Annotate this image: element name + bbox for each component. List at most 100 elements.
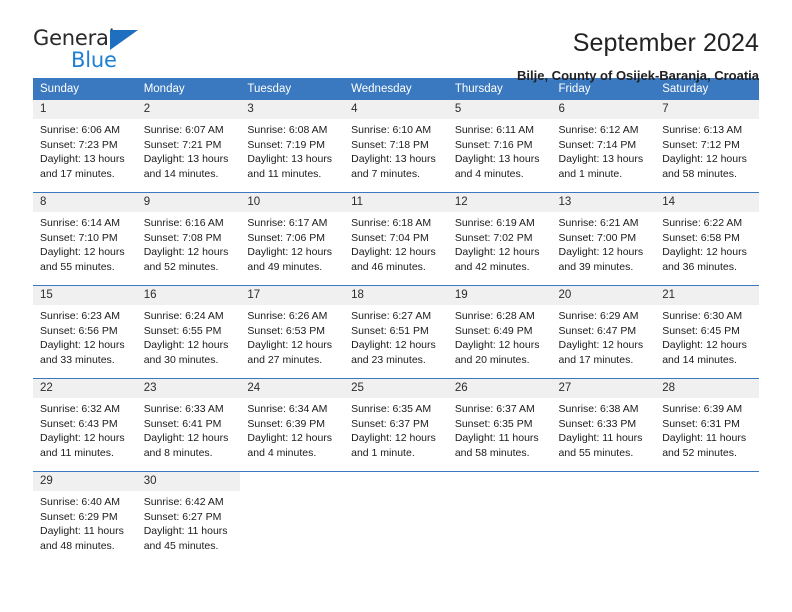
calendar-day-cell[interactable]: 7 Sunrise: 6:13 AM Sunset: 7:12 PM Daylight…: [655, 100, 759, 193]
sunset-text: Sunset: 7:19 PM: [247, 138, 326, 151]
sunset-text: Sunset: 6:58 PM: [662, 231, 740, 244]
daylight-text-line1: Daylight: 12 hours: [143, 246, 229, 259]
day-number: 22: [33, 379, 137, 398]
calendar-day-cell[interactable]: 28 Sunrise: 6:39 AM Sunset: 6:31 PM Dayligh…: [655, 378, 759, 472]
daylight-text-line2: and 11 minutes.: [40, 446, 114, 459]
day-number: 19: [447, 286, 552, 305]
sunset-text: Sunset: 6:35 PM: [454, 417, 533, 430]
daylight-text-line2: and 14 minutes.: [662, 353, 737, 366]
daylight-text-line2: and 52 minutes.: [662, 446, 737, 459]
sunrise-text: Sunrise: 6:30 AM: [662, 310, 743, 322]
sunset-text: Sunset: 7:00 PM: [558, 231, 637, 244]
daylight-text-line1: Daylight: 12 hours: [247, 246, 333, 259]
daylight-text-line2: and 58 minutes.: [662, 167, 737, 180]
calendar-day-cell[interactable]: 21 Sunrise: 6:30 AM Sunset: 6:45 PM Dayligh…: [655, 285, 759, 379]
daylight-text-line1: Daylight: 12 hours: [662, 339, 747, 352]
sunrise-text: Sunrise: 6:22 AM: [662, 217, 743, 229]
calendar-day-cell[interactable]: 6 Sunrise: 6:12 AM Sunset: 7:14 PM Daylight…: [551, 100, 656, 193]
sunrise-text: Sunrise: 6:21 AM: [558, 217, 639, 229]
calendar-day-cell[interactable]: 29 Sunrise: 6:40 AM Sunset: 6:29 PM Dayligh…: [33, 471, 137, 564]
calendar-day-cell[interactable]: 5 Sunrise: 6:11 AM Sunset: 7:16 PM Daylight…: [447, 100, 552, 193]
daylight-text-line1: Daylight: 11 hours: [662, 432, 747, 445]
daylight-text-line1: Daylight: 12 hours: [662, 246, 747, 259]
calendar-day-cell[interactable]: 23 Sunrise: 6:33 AM Sunset: 6:41 PM Dayligh…: [136, 378, 241, 472]
calendar-table: Sunday Monday Tuesday Wednesday Thursday…: [33, 78, 759, 564]
day-number: 18: [344, 286, 448, 305]
calendar-day-cell[interactable]: 9 Sunrise: 6:16 AM Sunset: 7:08 PM Daylight…: [136, 192, 241, 286]
day-number: 27: [551, 379, 656, 398]
calendar-day-cell[interactable]: 20 Sunrise: 6:29 AM Sunset: 6:47 PM Dayligh…: [551, 285, 656, 379]
day-number: 13: [551, 193, 656, 212]
sunrise-text: Sunrise: 6:06 AM: [40, 124, 120, 136]
day-number: 29: [33, 472, 137, 491]
weekday-header-sunday: Sunday: [33, 78, 137, 100]
sunset-text: Sunset: 6:53 PM: [247, 324, 326, 337]
sunset-text: Sunset: 7:02 PM: [454, 231, 533, 244]
calendar-week-row: 29 Sunrise: 6:40 AM Sunset: 6:29 PM Dayligh…: [33, 471, 759, 564]
calendar-day-cell[interactable]: 18 Sunrise: 6:27 AM Sunset: 6:51 PM Dayligh…: [344, 285, 448, 379]
day-number: 3: [240, 100, 345, 119]
sunrise-text: Sunrise: 6:42 AM: [143, 496, 224, 508]
sunset-text: Sunset: 7:18 PM: [351, 138, 429, 151]
sunset-text: Sunset: 7:12 PM: [662, 138, 740, 151]
calendar-day-cell[interactable]: 2 Sunrise: 6:07 AM Sunset: 7:21 PM Daylight…: [136, 100, 241, 193]
daylight-text-line2: and 4 minutes.: [247, 446, 317, 459]
daylight-text-line1: Daylight: 12 hours: [40, 246, 125, 259]
calendar-day-cell[interactable]: 3 Sunrise: 6:08 AM Sunset: 7:19 PM Daylight…: [240, 100, 345, 193]
daylight-text-line2: and 17 minutes.: [558, 353, 634, 366]
daylight-text-line2: and 42 minutes.: [454, 260, 530, 273]
day-number: 4: [344, 100, 448, 119]
sunrise-text: Sunrise: 6:29 AM: [558, 310, 639, 322]
sunset-text: Sunset: 6:55 PM: [143, 324, 222, 337]
calendar-week-row: 1 Sunrise: 6:06 AM Sunset: 7:23 PM Daylight…: [33, 100, 759, 193]
calendar-day-cell[interactable]: 10 Sunrise: 6:17 AM Sunset: 7:06 PM Dayligh…: [240, 192, 345, 286]
sunset-text: Sunset: 6:27 PM: [143, 510, 222, 523]
calendar-day-cell[interactable]: 22 Sunrise: 6:32 AM Sunset: 6:43 PM Dayligh…: [33, 378, 137, 472]
sunrise-text: Sunrise: 6:32 AM: [40, 403, 120, 415]
calendar-day-cell[interactable]: 13 Sunrise: 6:21 AM Sunset: 7:00 PM Dayligh…: [551, 192, 656, 286]
daylight-text-line2: and 17 minutes.: [40, 167, 115, 180]
daylight-text-line1: Daylight: 11 hours: [40, 525, 124, 538]
daylight-text-line1: Daylight: 13 hours: [558, 153, 644, 166]
calendar-day-cell[interactable]: 26 Sunrise: 6:37 AM Sunset: 6:35 PM Dayligh…: [447, 378, 552, 472]
day-number: 11: [344, 193, 448, 212]
calendar-day-cell[interactable]: 8 Sunrise: 6:14 AM Sunset: 7:10 PM Daylight…: [33, 192, 137, 286]
sunrise-text: Sunrise: 6:38 AM: [558, 403, 639, 415]
daylight-text-line2: and 39 minutes.: [558, 260, 634, 273]
calendar-day-cell-empty: [551, 471, 656, 564]
calendar-day-cell[interactable]: 16 Sunrise: 6:24 AM Sunset: 6:55 PM Dayligh…: [136, 285, 241, 379]
calendar-day-cell[interactable]: 12 Sunrise: 6:19 AM Sunset: 7:02 PM Dayligh…: [447, 192, 552, 286]
calendar-day-cell[interactable]: 4 Sunrise: 6:10 AM Sunset: 7:18 PM Daylight…: [344, 100, 448, 193]
calendar-day-cell[interactable]: 27 Sunrise: 6:38 AM Sunset: 6:33 PM Dayligh…: [551, 378, 656, 472]
calendar-day-cell[interactable]: 11 Sunrise: 6:18 AM Sunset: 7:04 PM Dayligh…: [344, 192, 448, 286]
calendar-week-row: 22 Sunrise: 6:32 AM Sunset: 6:43 PM Dayligh…: [33, 378, 759, 472]
sunset-text: Sunset: 7:08 PM: [143, 231, 222, 244]
calendar-day-cell[interactable]: 24 Sunrise: 6:34 AM Sunset: 6:39 PM Dayligh…: [240, 378, 345, 472]
calendar-page: General Blue September 2024 Bilje, Count…: [0, 0, 792, 612]
sunrise-text: Sunrise: 6:08 AM: [247, 124, 328, 136]
daylight-text-line1: Daylight: 13 hours: [351, 153, 436, 166]
calendar-day-cell[interactable]: 1 Sunrise: 6:06 AM Sunset: 7:23 PM Daylight…: [33, 100, 137, 193]
daylight-text-line2: and 27 minutes.: [247, 353, 323, 366]
day-number: 25: [344, 379, 448, 398]
calendar-day-cell[interactable]: 15 Sunrise: 6:23 AM Sunset: 6:56 PM Dayligh…: [33, 285, 137, 379]
calendar-day-cell[interactable]: 14 Sunrise: 6:22 AM Sunset: 6:58 PM Dayligh…: [655, 192, 759, 286]
sunrise-text: Sunrise: 6:33 AM: [143, 403, 224, 415]
generalblue-logo: General Blue: [33, 26, 145, 74]
day-number: 1: [33, 100, 137, 119]
day-number: 7: [655, 100, 759, 119]
sunrise-text: Sunrise: 6:18 AM: [351, 217, 432, 229]
daylight-text-line1: Daylight: 12 hours: [558, 339, 644, 352]
calendar-day-cell-empty: [344, 471, 448, 564]
sunrise-text: Sunrise: 6:28 AM: [454, 310, 535, 322]
calendar-day-cell[interactable]: 25 Sunrise: 6:35 AM Sunset: 6:37 PM Dayligh…: [344, 378, 448, 472]
calendar-day-cell[interactable]: 17 Sunrise: 6:26 AM Sunset: 6:53 PM Dayligh…: [240, 285, 345, 379]
day-number: 26: [447, 379, 552, 398]
calendar-day-cell[interactable]: 30 Sunrise: 6:42 AM Sunset: 6:27 PM Dayligh…: [136, 471, 241, 564]
sunrise-text: Sunrise: 6:24 AM: [143, 310, 224, 322]
sunrise-text: Sunrise: 6:14 AM: [40, 217, 120, 229]
sunrise-text: Sunrise: 6:13 AM: [662, 124, 743, 136]
calendar-day-cell[interactable]: 19 Sunrise: 6:28 AM Sunset: 6:49 PM Dayligh…: [447, 285, 552, 379]
sunset-text: Sunset: 6:47 PM: [558, 324, 637, 337]
day-number: 30: [136, 472, 241, 491]
